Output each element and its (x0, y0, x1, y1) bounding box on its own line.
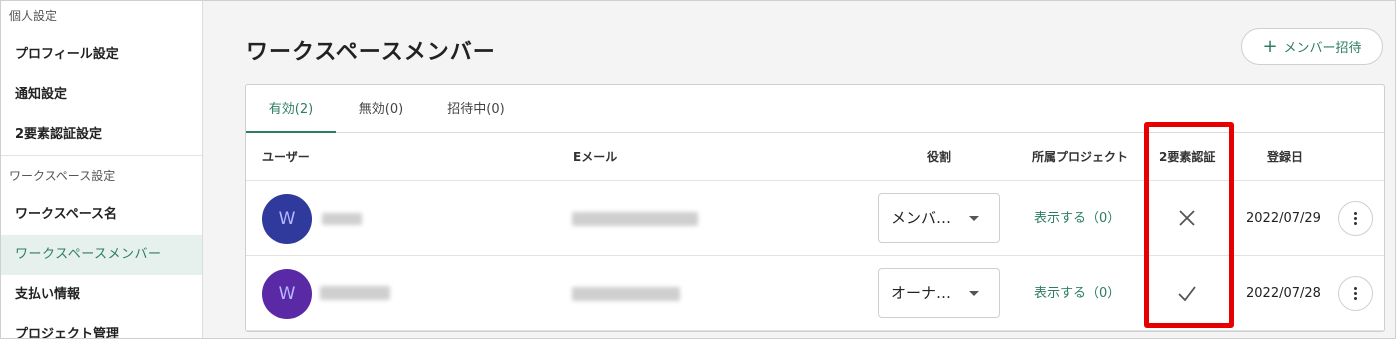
sidebar-item-notifications[interactable]: 通知設定 (1, 75, 202, 115)
row-menu-button[interactable] (1338, 201, 1373, 236)
caret-down-icon (969, 216, 979, 221)
registered-date: 2022/07/28 (1246, 286, 1321, 301)
avatar: W (262, 269, 312, 319)
column-header-user: ユーザー (262, 150, 310, 164)
two-factor-highlight-box (1144, 122, 1234, 328)
tab-invited[interactable]: 招待中(0) (434, 85, 518, 133)
settings-sidebar: 個人設定 プロフィール設定 通知設定 2要素認証設定 ワークスペース設定 ワーク… (1, 1, 203, 338)
sidebar-item-workspace-members[interactable]: ワークスペースメンバー (1, 235, 202, 275)
more-vertical-icon (1354, 286, 1357, 301)
role-select[interactable]: メンバ… (878, 193, 1000, 243)
invite-member-button[interactable]: + メンバー招待 (1241, 28, 1383, 65)
page-title: ワークスペースメンバー (246, 40, 496, 65)
section-header-workspace: ワークスペース設定 (1, 155, 202, 195)
redacted-email (572, 287, 680, 301)
role-select[interactable]: オーナ… (878, 268, 1000, 318)
plus-icon: + (1262, 35, 1278, 57)
sidebar-item-profile[interactable]: プロフィール設定 (1, 35, 202, 75)
redacted-username (322, 213, 362, 225)
tab-active[interactable]: 有効(2) (246, 85, 336, 133)
sidebar-item-project-management[interactable]: プロジェクト管理 (1, 315, 202, 338)
projects-link[interactable]: 表示する（0） (1034, 181, 1120, 256)
role-select-value: メンバ… (891, 209, 952, 227)
role-select-value: オーナ… (891, 284, 952, 302)
caret-down-icon (969, 291, 979, 296)
more-vertical-icon (1354, 211, 1357, 226)
app-window: 個人設定 プロフィール設定 通知設定 2要素認証設定 ワークスペース設定 ワーク… (0, 0, 1396, 339)
sidebar-item-billing[interactable]: 支払い情報 (1, 275, 202, 315)
column-header-email: Eメール (573, 150, 618, 164)
sidebar-item-two-factor[interactable]: 2要素認証設定 (1, 115, 202, 155)
section-header-personal: 個人設定 (1, 1, 202, 35)
avatar: W (262, 194, 312, 244)
tab-inactive[interactable]: 無効(0) (346, 85, 416, 133)
column-header-role: 役割 (927, 150, 952, 164)
projects-link[interactable]: 表示する（0） (1034, 256, 1120, 331)
column-header-projects: 所属プロジェクト (1032, 150, 1129, 164)
redacted-email (572, 212, 698, 226)
row-menu-button[interactable] (1338, 276, 1373, 311)
column-header-registered: 登録日 (1267, 150, 1304, 164)
registered-date: 2022/07/29 (1246, 211, 1321, 226)
invite-member-label: メンバー招待 (1283, 41, 1362, 56)
redacted-username (320, 286, 390, 300)
sidebar-item-workspace-name[interactable]: ワークスペース名 (1, 195, 202, 235)
